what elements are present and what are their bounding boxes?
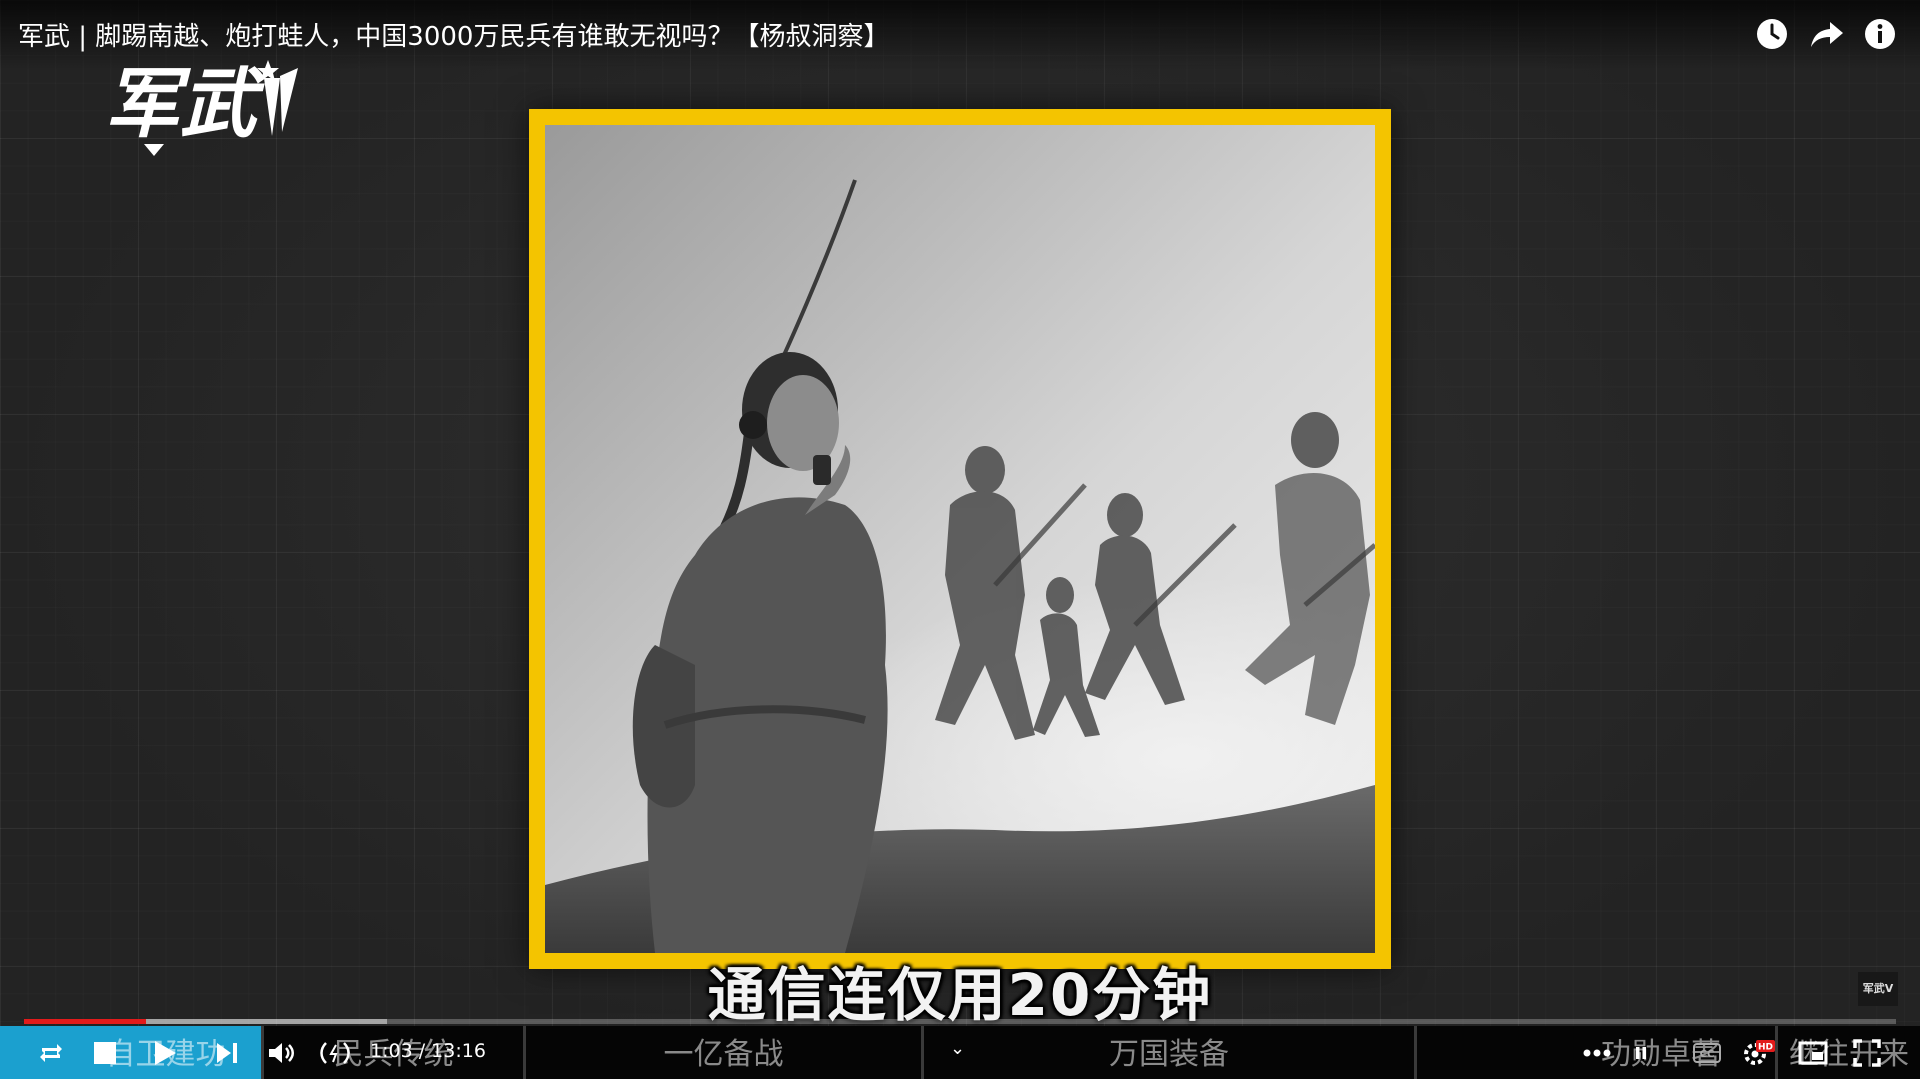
progress-bar[interactable] <box>24 1019 1896 1024</box>
fullscreen-icon[interactable] <box>1850 1036 1884 1070</box>
channel-watermark: 军武V <box>1858 972 1898 1006</box>
chevron-down-icon[interactable]: ⌄ <box>950 1038 965 1059</box>
progress-played <box>24 1019 146 1024</box>
play-icon[interactable] <box>148 1036 182 1070</box>
logo-text: 军武 <box>104 59 265 148</box>
watch-later-icon[interactable] <box>1756 18 1788 50</box>
video-title[interactable]: 军武 | 脚踢南越、炮打蛙人，中国3000万民兵有谁敢无视吗？【杨叔洞察】 <box>18 16 889 53</box>
volume-icon[interactable] <box>264 1036 298 1070</box>
video-player[interactable]: 军武 | 脚踢南越、炮打蛙人，中国3000万民兵有谁敢无视吗？【杨叔洞察】 军武 <box>0 0 1920 1079</box>
info-icon[interactable] <box>1864 18 1896 50</box>
next-icon[interactable] <box>210 1036 244 1070</box>
photo-frame <box>529 109 1391 969</box>
loop-icon[interactable] <box>34 1036 68 1070</box>
hd-badge: HD <box>1758 1043 1773 1053</box>
channel-logo: 军武 <box>104 58 304 158</box>
miniplayer-icon[interactable] <box>1796 1036 1830 1070</box>
historical-photo <box>545 125 1375 953</box>
pause-icon[interactable] <box>1624 1036 1658 1070</box>
captions-label: CC <box>1700 1049 1715 1060</box>
more-icon[interactable] <box>1580 1036 1614 1070</box>
stop-icon[interactable] <box>88 1036 122 1070</box>
radio-icon[interactable] <box>318 1036 352 1070</box>
time-display: 1:03 / 13:16 <box>370 1040 486 1062</box>
share-icon[interactable] <box>1810 18 1843 50</box>
settings-icon[interactable]: HD <box>1742 1036 1776 1070</box>
captions-icon[interactable]: CC <box>1690 1036 1724 1070</box>
